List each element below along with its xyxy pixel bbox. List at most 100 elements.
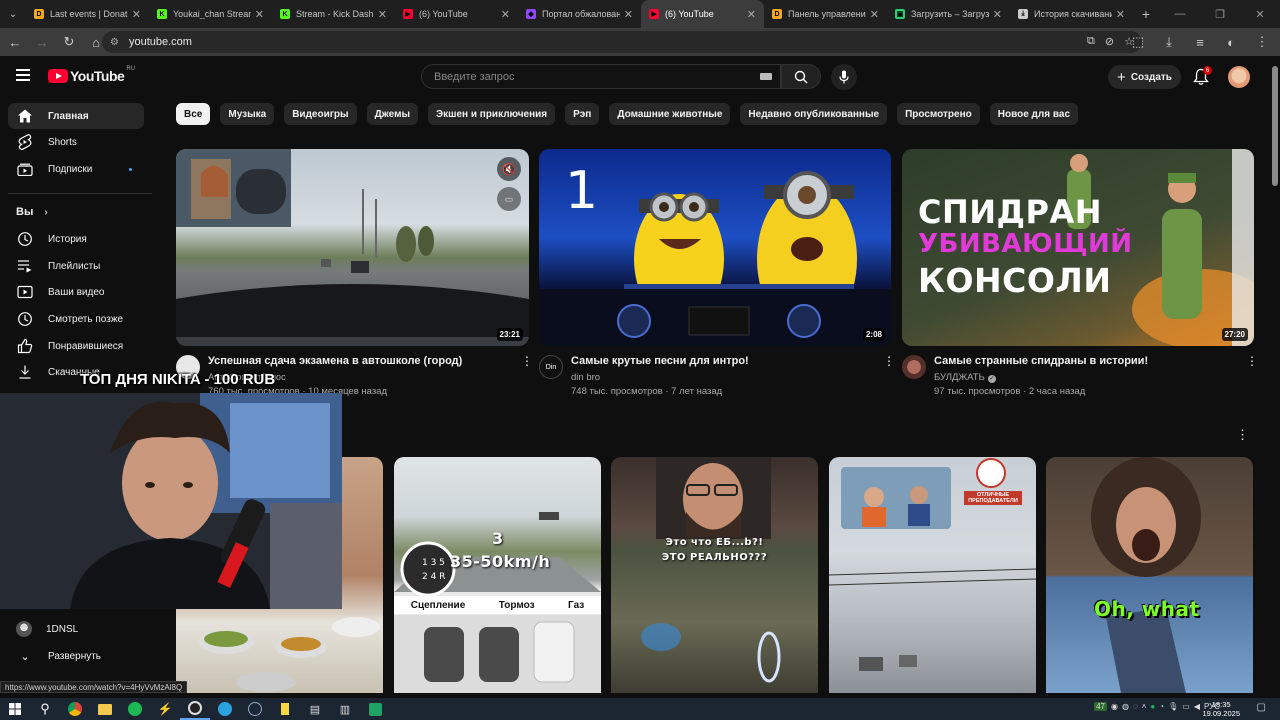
menu-icon[interactable] xyxy=(16,69,30,81)
short-thumbnail[interactable]: ОТЛИЧНЫЕ ПРЕПОДАВАТЕЛИ xyxy=(829,457,1036,693)
account-avatar[interactable] xyxy=(1228,66,1250,88)
sidebar-item-home[interactable]: Главная xyxy=(8,103,144,129)
maximize-icon[interactable]: ❐ xyxy=(1200,0,1240,28)
filter-chip[interactable]: Музыка xyxy=(220,103,275,125)
more-actions-icon[interactable]: ⋮ xyxy=(1246,355,1258,367)
tab-close-icon[interactable]: ✕ xyxy=(501,8,510,21)
browser-tab[interactable]: K Stream - Kick Dashboard ✕ xyxy=(272,0,395,28)
create-button[interactable]: + Создать xyxy=(1108,65,1181,89)
window-app-icon[interactable]: ▥ xyxy=(330,698,360,720)
terminal-icon[interactable]: ▤ xyxy=(300,698,330,720)
more-actions-icon[interactable]: ⋮ xyxy=(521,355,533,367)
browser-tab[interactable]: D Панель управления ✕ xyxy=(764,0,887,28)
discord-tray-icon[interactable]: ◍ xyxy=(1122,702,1129,711)
network-tray-icon[interactable]: ▭ xyxy=(1182,702,1190,711)
steam-tray-icon[interactable]: ◌ xyxy=(1133,702,1138,711)
chrome-icon[interactable] xyxy=(60,698,90,720)
tab-close-icon[interactable]: ✕ xyxy=(255,8,264,21)
tab-close-icon[interactable]: ✕ xyxy=(378,8,387,21)
short-thumbnail[interactable]: 1 3 5 2 4 R 3 35-50km/h Сцепление Тормоз… xyxy=(394,457,601,693)
voice-search-button[interactable] xyxy=(831,64,857,90)
sidebar-item-playlists[interactable]: Плейлисты xyxy=(8,253,144,279)
chevron-up-icon[interactable]: ˄ xyxy=(1142,702,1147,711)
sidebar-you-heading[interactable]: Вы › xyxy=(16,206,48,218)
tab-close-icon[interactable]: ✕ xyxy=(1116,8,1125,21)
sidebar-item-your-videos[interactable]: Ваши видео xyxy=(8,279,144,305)
short-thumbnail[interactable]: Это что ЕБ...b?! ЭТО РЕАЛЬНО??? xyxy=(611,457,818,693)
tab-close-icon[interactable]: ✕ xyxy=(993,8,1002,21)
youtube-logo[interactable]: YouTube RU xyxy=(48,66,135,84)
filter-chip[interactable]: Недавно опубликованные xyxy=(740,103,888,125)
video-title[interactable]: Самые крутые песни для интро! xyxy=(571,355,749,367)
mute-icon[interactable]: 🔇 xyxy=(497,157,521,181)
sidebar-subscription-channel[interactable]: 1DNSL xyxy=(8,616,144,642)
filter-chip[interactable]: Домашние животные xyxy=(609,103,731,125)
sidebar-item-subscriptions[interactable]: Подписки xyxy=(8,156,144,182)
browser-tab[interactable]: ⤓ История скачивания ✕ xyxy=(1010,0,1133,28)
shorts-more-icon[interactable]: ⋮ xyxy=(1236,427,1249,443)
sidebar-item-shorts[interactable]: Shorts xyxy=(8,129,144,155)
taskbar-clock[interactable]: 18:35 19.09.2025 xyxy=(1202,700,1240,718)
video-title[interactable]: Успешная сдача экзамена в автошколе (гор… xyxy=(208,355,462,367)
search-taskbar-icon[interactable]: ⚲ xyxy=(30,698,60,720)
spotify-tray-icon[interactable]: ● xyxy=(1150,702,1155,711)
channel-avatar[interactable]: Din xyxy=(539,355,563,379)
video-thumbnail[interactable]: СПИДРАН УБИВАЮЩИЙ КОНСОЛИ 27:20 xyxy=(902,149,1254,346)
filter-chip[interactable]: Новое для вас xyxy=(989,103,1079,125)
channel-avatar[interactable] xyxy=(902,355,926,379)
video-thumbnail[interactable]: 1 2:08 xyxy=(539,149,891,346)
sidebar-item-history[interactable]: История xyxy=(8,226,144,252)
new-tab-icon[interactable]: + xyxy=(1133,6,1159,22)
close-window-icon[interactable]: ✕ xyxy=(1240,0,1280,28)
browser-tab[interactable]: K Youkai_chan Stream ✕ xyxy=(149,0,272,28)
volume-tray-icon[interactable]: ◀ xyxy=(1194,702,1200,711)
browser-tab[interactable]: ▶ (6) YouTube ✕ xyxy=(395,0,518,28)
reading-list-icon[interactable]: ≡ xyxy=(1188,30,1212,54)
search-button[interactable] xyxy=(781,64,821,89)
extensions-icon[interactable]: ⬚ xyxy=(1126,30,1150,54)
filter-chip[interactable]: Все xyxy=(176,103,211,125)
browser-tab[interactable]: D Last events | DonationAlerts ✕ xyxy=(26,0,149,28)
video-title[interactable]: Самые странные спидраны в истории! xyxy=(934,355,1148,367)
keyboard-icon[interactable] xyxy=(760,73,772,80)
page-scrollbar[interactable] xyxy=(1270,56,1280,698)
chrome-tray-icon[interactable]: ◔ xyxy=(1159,702,1164,711)
filter-chip[interactable]: Видеоигры xyxy=(284,103,357,125)
spotify-icon[interactable] xyxy=(120,698,150,720)
browser-tab[interactable]: ▶ (6) YouTube ✕ xyxy=(641,0,764,28)
telegram-icon[interactable] xyxy=(210,698,240,720)
obs-icon[interactable] xyxy=(180,698,210,720)
tab-close-icon[interactable]: ✕ xyxy=(747,8,756,21)
downloads-browser-icon[interactable]: ⤓ xyxy=(1157,30,1181,54)
start-icon[interactable] xyxy=(0,698,30,720)
search-input[interactable] xyxy=(434,70,754,83)
browser-menu-icon[interactable]: ⋮ xyxy=(1250,30,1274,54)
sidebar-expand[interactable]: ⌄ Развернуть xyxy=(8,643,144,669)
microphone-tray-icon[interactable]: 🎙 xyxy=(1168,702,1178,711)
site-info-icon[interactable]: ⚙ xyxy=(110,37,119,48)
profile-icon[interactable]: ◐ xyxy=(1219,30,1243,54)
tab-close-icon[interactable]: ✕ xyxy=(870,8,879,21)
channel-name[interactable]: din bro xyxy=(571,372,600,383)
app-icon[interactable]: ⚡ xyxy=(150,698,180,720)
spreadsheet-icon[interactable] xyxy=(360,698,390,720)
tracking-protection-icon[interactable]: ⊘ xyxy=(1105,35,1114,48)
tray-app-icon[interactable]: ◉ xyxy=(1111,702,1118,711)
short-thumbnail[interactable]: Oh, what xyxy=(1046,457,1253,693)
channel-name[interactable]: БУЛДЖАТЬ xyxy=(934,372,985,383)
captions-icon[interactable]: ▭ xyxy=(497,187,521,211)
sidebar-item-liked[interactable]: Понравившиеся xyxy=(8,333,144,359)
sidebar-item-watch-later[interactable]: Смотреть позже xyxy=(8,306,144,332)
install-app-icon[interactable]: ⧉ xyxy=(1087,35,1095,48)
tab-close-icon[interactable]: ✕ xyxy=(624,8,633,21)
filter-chip[interactable]: Просмотрено xyxy=(897,103,980,125)
notification-center-icon[interactable]: ▢ xyxy=(1257,702,1266,713)
filter-chip[interactable]: Экшен и приключения xyxy=(428,103,556,125)
scrollbar-thumb[interactable] xyxy=(1272,66,1278,186)
video-thumbnail[interactable]: 🔇 ▭ 23:21 xyxy=(176,149,529,346)
address-bar[interactable]: ⚙ youtube.com ⧉ ⊘ ☆ xyxy=(102,31,1142,53)
file-explorer-icon[interactable] xyxy=(90,698,120,720)
reload-icon[interactable]: ↻ xyxy=(57,30,81,54)
tab-search-icon[interactable]: ⌄ xyxy=(0,0,26,28)
filter-chip[interactable]: Джемы xyxy=(366,103,419,125)
